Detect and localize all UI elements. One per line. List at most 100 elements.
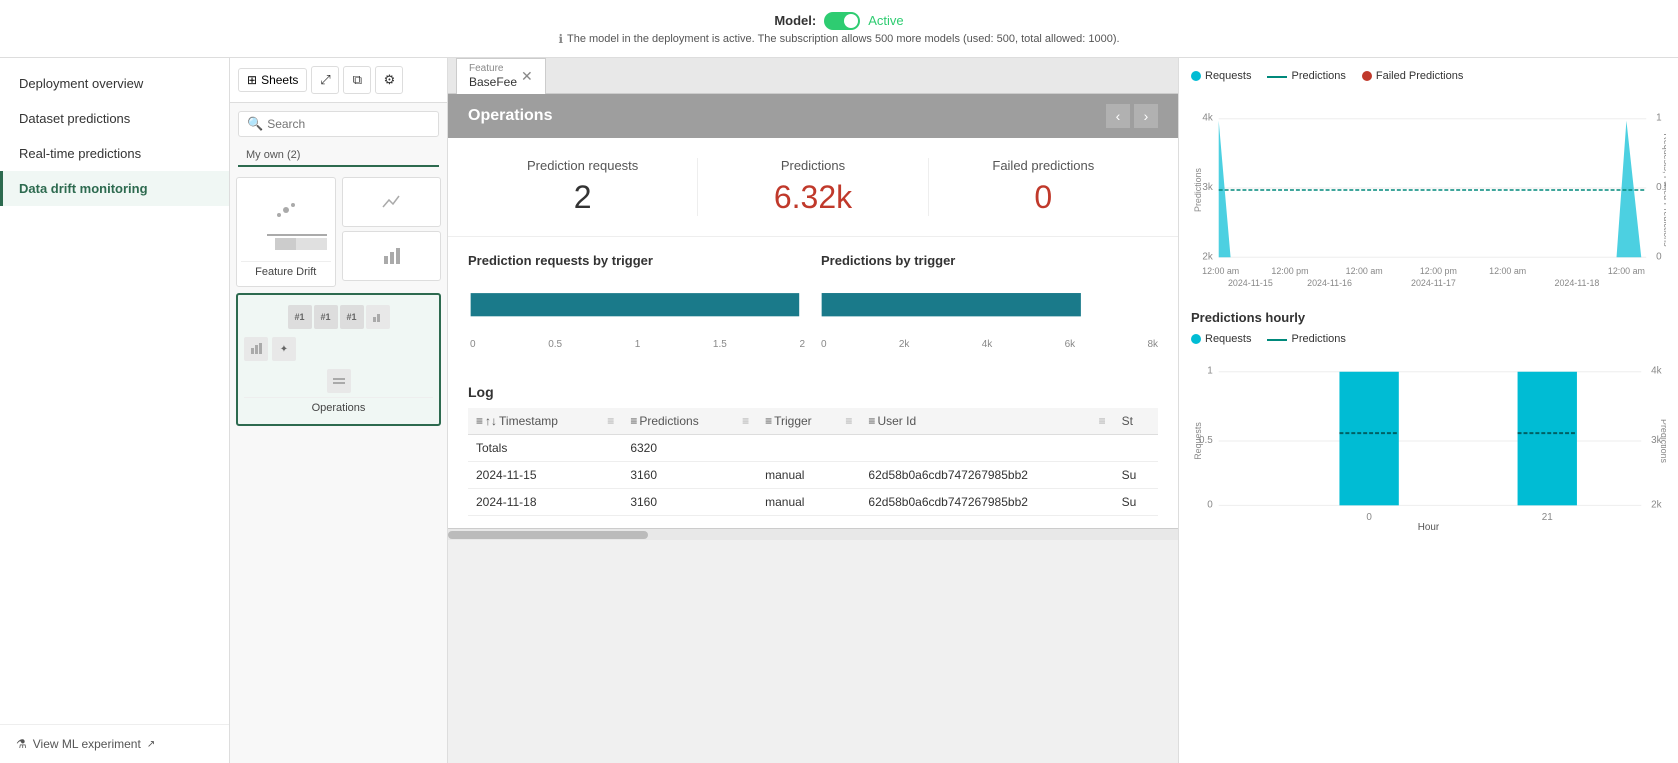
col-menu-ts[interactable]: ≡ [607, 414, 614, 428]
failed-legend-dot [1362, 71, 1372, 81]
hourly-predictions-line [1267, 339, 1287, 341]
menu-icon-uid: ≡ [868, 414, 875, 428]
sidebar-item-deployment-overview[interactable]: Deployment overview [0, 66, 229, 101]
legend-failed-predictions: Failed Predictions [1362, 70, 1463, 82]
sheet-card-operations[interactable]: #1 #1 #1 [236, 293, 441, 426]
hourly-legend-requests: Requests [1191, 333, 1251, 345]
mini-icon-bars [327, 369, 351, 393]
log-row-1: 2024-11-15 3160 manual 62d58b0a6cdb74726… [468, 462, 1158, 489]
svg-text:12:00 am: 12:00 am [1608, 266, 1645, 276]
external-link-icon: ↗ [147, 739, 155, 750]
sheets-button[interactable]: ⊞ Sheets [238, 68, 307, 92]
totals-label: Totals [468, 435, 622, 462]
sidebar-item-dataset-predictions[interactable]: Dataset predictions [0, 101, 229, 136]
tab-close-icon[interactable]: ✕ [521, 68, 533, 85]
predictions-legend-label: Predictions [1291, 70, 1345, 82]
metric-failed-predictions: Failed predictions 0 [929, 158, 1158, 216]
sheets-label: Sheets [261, 73, 298, 87]
userid-col-label: User Id [877, 414, 916, 428]
col-menu-uid[interactable]: ≡ [1099, 414, 1106, 428]
row2-trigger: manual [757, 489, 860, 516]
svg-text:2024-11-17: 2024-11-17 [1411, 278, 1456, 288]
row2-status: Su [1114, 489, 1158, 516]
hourly-requests-dot [1191, 334, 1201, 344]
row1-trigger: manual [757, 462, 860, 489]
log-table: ≡ ↑↓ Timestamp ≡ ≡ Predictions [468, 408, 1158, 516]
move-icon-btn[interactable]: ⤢ [311, 66, 339, 94]
svg-text:12:00 am: 12:00 am [1489, 266, 1526, 276]
search-input[interactable] [267, 117, 430, 131]
scrollbar-thumb[interactable] [448, 531, 648, 539]
content-area: Operations ‹ › Prediction requests 2 Pre… [448, 94, 1178, 763]
nav-arrows: ‹ › [1106, 104, 1158, 128]
mini-icon-chart1 [366, 305, 390, 329]
duplicate-icon-btn[interactable]: ⧉ [343, 66, 371, 94]
status-col-label: St [1122, 414, 1133, 428]
svg-text:0: 0 [1207, 499, 1213, 510]
failed-predictions-legend-label: Failed Predictions [1376, 70, 1463, 82]
mini-icon-hash1: #1 [288, 305, 312, 329]
svg-text:Requests: Requests [1193, 422, 1203, 460]
hourly-svg: 1 0.5 0 4k 3k 2k [1191, 353, 1666, 533]
info-icon: ℹ [558, 32, 563, 46]
requests-by-trigger-chart: Prediction requests by trigger 00.511.52 [468, 253, 805, 356]
hourly-requests-label: Requests [1205, 333, 1251, 345]
time-series-chart: 4k 3k 2k 1 0.5 0 12:00 am 12:00 pm 12:00 [1191, 90, 1666, 290]
feature-basefee-tab[interactable]: Feature BaseFee ✕ [456, 58, 546, 94]
svg-text:2k: 2k [1651, 499, 1661, 510]
model-toggle[interactable] [824, 12, 860, 30]
svg-text:12:00 pm: 12:00 pm [1271, 266, 1308, 276]
right-panel: Requests Predictions Failed Predictions … [1178, 58, 1678, 763]
svg-text:2024-11-16: 2024-11-16 [1307, 278, 1352, 288]
sheets-panel: ⊞ Sheets ⤢ ⧉ ⚙ 🔍 My own (2) [230, 58, 448, 763]
view-ml-experiment-label: View ML experiment [33, 737, 141, 751]
predictions-by-trigger-title: Predictions by trigger [821, 253, 1158, 268]
sheet-card-feature-drift[interactable]: Feature Drift [236, 177, 336, 287]
svg-text:Hour: Hour [1418, 522, 1440, 533]
settings-icon-btn[interactable]: ⚙ [375, 66, 403, 94]
flask-icon: ⚗ [16, 737, 27, 751]
tab-bar: Feature BaseFee ✕ [448, 58, 1178, 94]
legend-requests: Requests [1191, 70, 1251, 82]
svg-text:Requests, Failed Predictions: Requests, Failed Predictions [1662, 133, 1666, 247]
col-menu-pred[interactable]: ≡ [742, 414, 749, 428]
tab-feature-label: Feature [469, 63, 517, 75]
requests-legend-dot [1191, 71, 1201, 81]
sidebar-item-data-drift-monitoring[interactable]: Data drift monitoring [0, 171, 229, 206]
search-box[interactable]: 🔍 [238, 111, 439, 137]
nav-prev-button[interactable]: ‹ [1106, 104, 1130, 128]
col-menu-trigger[interactable]: ≡ [845, 414, 852, 428]
svg-text:3k: 3k [1202, 182, 1212, 193]
menu-icon-pred: ≡ [630, 414, 637, 428]
view-ml-experiment-link[interactable]: ⚗ View ML experiment ↗ [0, 724, 229, 763]
info-text: The model in the deployment is active. T… [567, 33, 1120, 45]
col-header-userid[interactable]: ≡ User Id ≡ [860, 408, 1113, 435]
sheet-card-small-2[interactable] [342, 231, 442, 281]
col-header-timestamp[interactable]: ≡ ↑↓ Timestamp ≡ [468, 408, 622, 435]
svg-text:Predictions: Predictions [1659, 419, 1666, 464]
sheet-card-small-1[interactable] [342, 177, 442, 227]
row1-userid: 62d58b0a6cdb747267985bb2 [860, 462, 1113, 489]
requests-by-trigger-title: Prediction requests by trigger [468, 253, 805, 268]
nav-next-button[interactable]: › [1134, 104, 1158, 128]
svg-text:12:00 pm: 12:00 pm [1420, 266, 1457, 276]
svg-text:1: 1 [1207, 366, 1213, 377]
row2-predictions: 3160 [622, 489, 757, 516]
operations-title: Operations [468, 107, 552, 125]
col-header-status[interactable]: St [1114, 408, 1158, 435]
time-series-svg: 4k 3k 2k 1 0.5 0 12:00 am 12:00 pm 12:00 [1191, 90, 1666, 290]
svg-text:2k: 2k [1202, 251, 1212, 262]
mini-icon-hash3: #1 [340, 305, 364, 329]
failed-predictions-value: 0 [949, 179, 1138, 216]
horizontal-scrollbar[interactable] [448, 528, 1178, 540]
sidebar-item-realtime-predictions[interactable]: Real-time predictions [0, 136, 229, 171]
sheets-grid-icon: ⊞ [247, 73, 257, 87]
trigger-col-label: Trigger [774, 414, 812, 428]
hourly-chart: 1 0.5 0 4k 3k 2k [1191, 353, 1666, 533]
svg-text:2024-11-18: 2024-11-18 [1555, 278, 1600, 288]
col-header-trigger[interactable]: ≡ Trigger ≡ [757, 408, 860, 435]
log-section: Log ≡ ↑↓ Timestamp ≡ [448, 372, 1178, 528]
predictions-legend-line [1267, 76, 1287, 78]
totals-predictions: 6320 [622, 435, 757, 462]
col-header-predictions[interactable]: ≡ Predictions ≡ [622, 408, 757, 435]
